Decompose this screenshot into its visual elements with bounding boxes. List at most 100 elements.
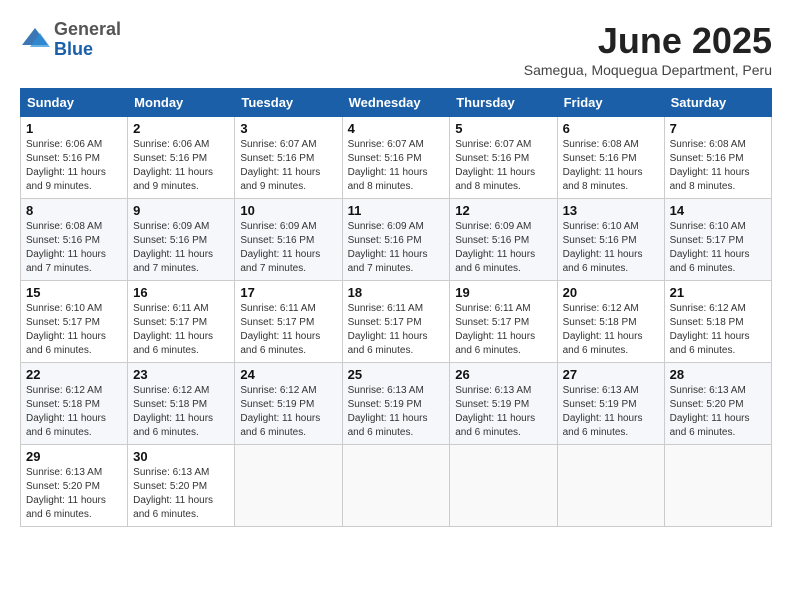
calendar-day: 11 Sunrise: 6:09 AM Sunset: 5:16 PM Dayli… <box>342 199 450 281</box>
logo-general: General <box>54 20 121 40</box>
day-number: 14 <box>670 203 766 218</box>
day-number: 19 <box>455 285 551 300</box>
calendar-day: 8 Sunrise: 6:08 AM Sunset: 5:16 PM Daylig… <box>21 199 128 281</box>
day-number: 27 <box>563 367 659 382</box>
day-info: Sunrise: 6:07 AM Sunset: 5:16 PM Dayligh… <box>455 138 551 194</box>
day-info: Sunrise: 6:10 AM Sunset: 5:17 PM Dayligh… <box>26 302 122 358</box>
calendar-day: 14 Sunrise: 6:10 AM Sunset: 5:17 PM Dayli… <box>664 199 771 281</box>
day-number: 20 <box>563 285 659 300</box>
day-number: 22 <box>26 367 122 382</box>
calendar-day: 2 Sunrise: 6:06 AM Sunset: 5:16 PM Daylig… <box>128 117 235 199</box>
calendar-day: 18Sunrise: 6:11 AM Sunset: 5:17 PM Dayli… <box>342 281 450 363</box>
day-number: 1 <box>26 121 122 136</box>
calendar-day: 28 Sunrise: 6:13 AM Sunset: 5:20 PM Dayli… <box>664 363 771 445</box>
day-info: Sunrise: 6:11 AM Sunset: 5:17 PM Dayligh… <box>240 302 336 358</box>
calendar-day: 27 Sunrise: 6:13 AM Sunset: 5:19 PM Dayli… <box>557 363 664 445</box>
column-header-saturday: Saturday <box>664 89 771 117</box>
calendar-header-row: SundayMondayTuesdayWednesdayThursdayFrid… <box>21 89 772 117</box>
calendar-day: 25 Sunrise: 6:13 AM Sunset: 5:19 PM Dayli… <box>342 363 450 445</box>
day-number: 26 <box>455 367 551 382</box>
column-header-monday: Monday <box>128 89 235 117</box>
day-number: 4 <box>348 121 445 136</box>
day-info: Sunrise: 6:13 AM Sunset: 5:20 PM Dayligh… <box>670 384 766 440</box>
calendar-day: 5 Sunrise: 6:07 AM Sunset: 5:16 PM Daylig… <box>450 117 557 199</box>
column-header-friday: Friday <box>557 89 664 117</box>
day-info: Sunrise: 6:12 AM Sunset: 5:19 PM Dayligh… <box>240 384 336 440</box>
day-number: 17 <box>240 285 336 300</box>
day-info: Sunrise: 6:08 AM Sunset: 5:16 PM Dayligh… <box>563 138 659 194</box>
day-info: Sunrise: 6:13 AM Sunset: 5:20 PM Dayligh… <box>133 466 229 522</box>
page-header: General Blue June 2025 Samegua, Moquegua… <box>20 20 772 78</box>
calendar-day: 15 Sunrise: 6:10 AM Sunset: 5:17 PM Dayli… <box>21 281 128 363</box>
calendar-day: 9Sunrise: 6:09 AM Sunset: 5:16 PM Daylig… <box>128 199 235 281</box>
column-header-thursday: Thursday <box>450 89 557 117</box>
day-number: 30 <box>133 449 229 464</box>
day-info: Sunrise: 6:07 AM Sunset: 5:16 PM Dayligh… <box>348 138 445 194</box>
day-number: 23 <box>133 367 229 382</box>
day-info: Sunrise: 6:12 AM Sunset: 5:18 PM Dayligh… <box>26 384 122 440</box>
day-number: 29 <box>26 449 122 464</box>
day-info: Sunrise: 6:09 AM Sunset: 5:16 PM Dayligh… <box>455 220 551 276</box>
calendar-day <box>235 445 342 527</box>
title-area: June 2025 Samegua, Moquegua Department, … <box>524 20 772 78</box>
day-info: Sunrise: 6:08 AM Sunset: 5:16 PM Dayligh… <box>26 220 122 276</box>
day-info: Sunrise: 6:13 AM Sunset: 5:20 PM Dayligh… <box>26 466 122 522</box>
logo: General Blue <box>20 20 121 60</box>
calendar-day: 7Sunrise: 6:08 AM Sunset: 5:16 PM Daylig… <box>664 117 771 199</box>
logo-blue: Blue <box>54 40 121 60</box>
day-number: 6 <box>563 121 659 136</box>
day-info: Sunrise: 6:09 AM Sunset: 5:16 PM Dayligh… <box>133 220 229 276</box>
calendar-day: 24Sunrise: 6:12 AM Sunset: 5:19 PM Dayli… <box>235 363 342 445</box>
calendar-table: SundayMondayTuesdayWednesdayThursdayFrid… <box>20 88 772 527</box>
day-info: Sunrise: 6:13 AM Sunset: 5:19 PM Dayligh… <box>563 384 659 440</box>
calendar-day: 23Sunrise: 6:12 AM Sunset: 5:18 PM Dayli… <box>128 363 235 445</box>
calendar-day <box>342 445 450 527</box>
day-info: Sunrise: 6:12 AM Sunset: 5:18 PM Dayligh… <box>670 302 766 358</box>
calendar-day: 21 Sunrise: 6:12 AM Sunset: 5:18 PM Dayli… <box>664 281 771 363</box>
calendar-day: 13Sunrise: 6:10 AM Sunset: 5:16 PM Dayli… <box>557 199 664 281</box>
calendar-day <box>450 445 557 527</box>
column-header-tuesday: Tuesday <box>235 89 342 117</box>
calendar-day: 10Sunrise: 6:09 AM Sunset: 5:16 PM Dayli… <box>235 199 342 281</box>
calendar-day: 26 Sunrise: 6:13 AM Sunset: 5:19 PM Dayli… <box>450 363 557 445</box>
day-number: 15 <box>26 285 122 300</box>
day-info: Sunrise: 6:13 AM Sunset: 5:19 PM Dayligh… <box>348 384 445 440</box>
day-info: Sunrise: 6:07 AM Sunset: 5:16 PM Dayligh… <box>240 138 336 194</box>
calendar-day: 6 Sunrise: 6:08 AM Sunset: 5:16 PM Daylig… <box>557 117 664 199</box>
calendar-day: 4 Sunrise: 6:07 AM Sunset: 5:16 PM Daylig… <box>342 117 450 199</box>
day-info: Sunrise: 6:06 AM Sunset: 5:16 PM Dayligh… <box>26 138 122 194</box>
day-info: Sunrise: 6:11 AM Sunset: 5:17 PM Dayligh… <box>133 302 229 358</box>
day-number: 10 <box>240 203 336 218</box>
day-number: 2 <box>133 121 229 136</box>
day-number: 8 <box>26 203 122 218</box>
column-header-sunday: Sunday <box>21 89 128 117</box>
day-info: Sunrise: 6:09 AM Sunset: 5:16 PM Dayligh… <box>348 220 445 276</box>
day-number: 18 <box>348 285 445 300</box>
day-info: Sunrise: 6:10 AM Sunset: 5:17 PM Dayligh… <box>670 220 766 276</box>
calendar-day: 22 Sunrise: 6:12 AM Sunset: 5:18 PM Dayli… <box>21 363 128 445</box>
calendar-day <box>557 445 664 527</box>
day-number: 25 <box>348 367 445 382</box>
calendar-week-4: 22 Sunrise: 6:12 AM Sunset: 5:18 PM Dayli… <box>21 363 772 445</box>
calendar-week-2: 8 Sunrise: 6:08 AM Sunset: 5:16 PM Daylig… <box>21 199 772 281</box>
calendar-day: 1 Sunrise: 6:06 AM Sunset: 5:16 PM Daylig… <box>21 117 128 199</box>
calendar-day: 30 Sunrise: 6:13 AM Sunset: 5:20 PM Dayli… <box>128 445 235 527</box>
calendar-day: 29 Sunrise: 6:13 AM Sunset: 5:20 PM Dayli… <box>21 445 128 527</box>
day-number: 3 <box>240 121 336 136</box>
day-info: Sunrise: 6:06 AM Sunset: 5:16 PM Dayligh… <box>133 138 229 194</box>
day-number: 28 <box>670 367 766 382</box>
day-number: 11 <box>348 203 445 218</box>
day-info: Sunrise: 6:11 AM Sunset: 5:17 PM Dayligh… <box>455 302 551 358</box>
calendar-week-3: 15 Sunrise: 6:10 AM Sunset: 5:17 PM Dayli… <box>21 281 772 363</box>
calendar-week-5: 29 Sunrise: 6:13 AM Sunset: 5:20 PM Dayli… <box>21 445 772 527</box>
day-number: 12 <box>455 203 551 218</box>
day-number: 21 <box>670 285 766 300</box>
day-number: 5 <box>455 121 551 136</box>
day-number: 13 <box>563 203 659 218</box>
day-info: Sunrise: 6:13 AM Sunset: 5:19 PM Dayligh… <box>455 384 551 440</box>
calendar-day <box>664 445 771 527</box>
logo-icon <box>20 25 50 55</box>
calendar-week-1: 1 Sunrise: 6:06 AM Sunset: 5:16 PM Daylig… <box>21 117 772 199</box>
month-title: June 2025 <box>524 20 772 62</box>
day-number: 16 <box>133 285 229 300</box>
